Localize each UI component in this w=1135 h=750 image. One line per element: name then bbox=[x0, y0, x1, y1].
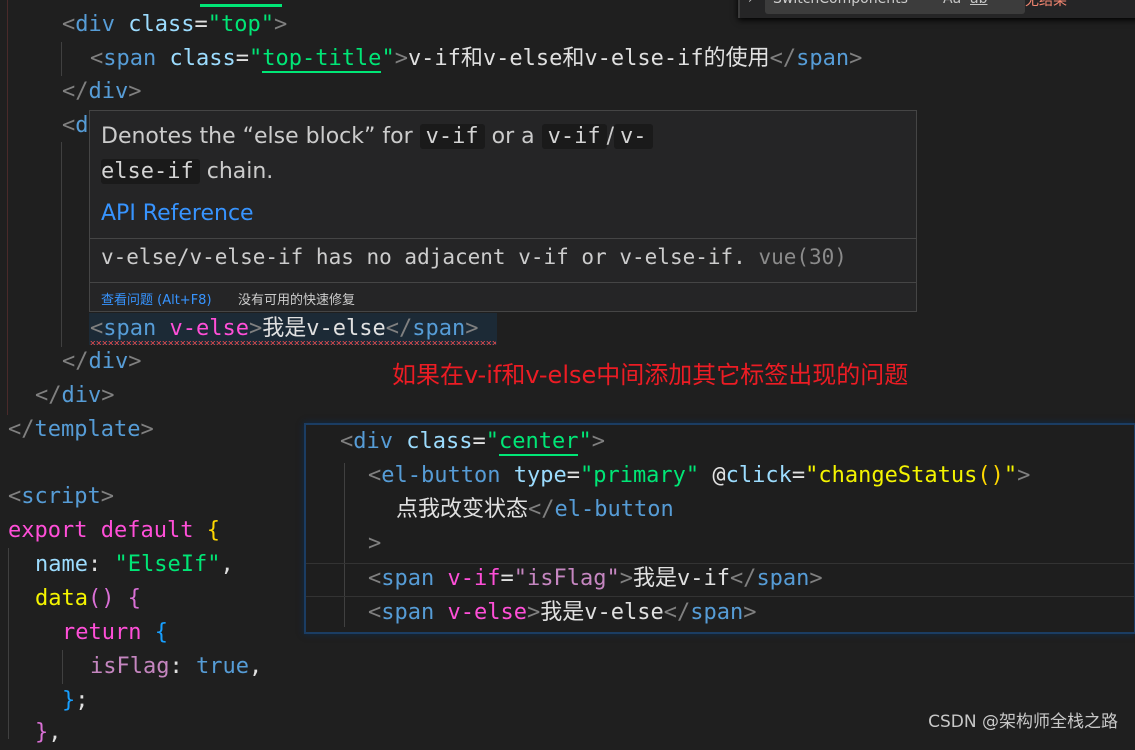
code-line: 点我改变状态</el-button bbox=[396, 497, 674, 522]
inline-code: else-if bbox=[101, 159, 200, 184]
match-case-icon[interactable]: Aa bbox=[943, 0, 961, 6]
chevron-right-icon[interactable]: › bbox=[748, 0, 753, 6]
code-line: isFlag: true, bbox=[90, 654, 263, 679]
code-line: <el-button type="primary" @click="change… bbox=[368, 463, 1031, 488]
code-snippet-overlay: <div class="center"> <el-button type="pr… bbox=[304, 423, 1135, 634]
code-line: </div> bbox=[62, 349, 142, 374]
code-line: <span v-else>我是v-else</span> bbox=[368, 600, 757, 625]
code-line: <div class="top"> bbox=[62, 12, 288, 37]
indent-guide bbox=[61, 142, 62, 347]
code-line: <span v-if="isFlag">我是v-if</span> bbox=[368, 566, 823, 591]
code-line: > bbox=[368, 531, 382, 556]
watermark: CSDN @架构师全栈之路 bbox=[928, 712, 1118, 732]
indent-guide bbox=[344, 463, 345, 627]
divider bbox=[90, 238, 916, 239]
code-line: </div> bbox=[62, 79, 142, 104]
annotation-text: 如果在v-if和v-else中间添加其它标签出现的问题 bbox=[392, 361, 909, 389]
error-squiggle bbox=[90, 341, 496, 345]
regex-icon[interactable]: * bbox=[997, 0, 1004, 6]
whole-word-icon[interactable]: ab bbox=[970, 0, 987, 6]
hover-tooltip: Denotes the “else block” for v-if or a v… bbox=[89, 110, 917, 312]
code-line: <script> bbox=[8, 484, 114, 509]
code-line: </div> bbox=[35, 383, 115, 408]
indent-guide bbox=[61, 42, 62, 76]
indent-guide bbox=[8, 548, 9, 739]
hover-status-bar: 查看问题 (Alt+F8) 没有可用的快速修复 bbox=[90, 283, 916, 311]
code-line: <div class="center"> bbox=[340, 429, 605, 456]
find-widget: › SwitchComponents Aa ab * 无结果 bbox=[738, 0, 1135, 18]
code-line: }; bbox=[62, 688, 89, 713]
api-reference-link[interactable]: API Reference bbox=[101, 201, 254, 226]
code-line: }, bbox=[35, 720, 62, 745]
diagnostic-code: vue(30) bbox=[758, 245, 847, 269]
inline-code: v- bbox=[614, 124, 653, 149]
code-line: return { bbox=[62, 620, 168, 645]
find-result: 无结果 bbox=[1025, 0, 1067, 9]
inline-code: v-if bbox=[541, 124, 607, 149]
hover-documentation: Denotes the “else block” for v-if or a v… bbox=[101, 119, 701, 189]
code-line: data() { bbox=[35, 586, 141, 611]
code-line: </template> bbox=[8, 417, 154, 442]
no-quick-fix-text: 没有可用的快速修复 bbox=[238, 293, 356, 308]
diagnostic-message: v-else/v-else-if has no adjacent v-if or… bbox=[101, 245, 847, 269]
code-line: <span class="top-title">v-if和v-else和v-el… bbox=[90, 46, 863, 73]
indent-guide bbox=[62, 650, 63, 684]
view-problem-link[interactable]: 查看问题 (Alt+F8) bbox=[101, 289, 212, 308]
inline-code: v-if bbox=[419, 124, 485, 149]
bracket-match-highlight bbox=[200, 4, 282, 7]
indent-guide bbox=[7, 0, 8, 415]
find-input[interactable]: SwitchComponents Aa ab * bbox=[765, 0, 1025, 14]
code-line: <d bbox=[62, 113, 89, 138]
code-line: name: "ElseIf", bbox=[35, 552, 234, 577]
code-line: export default { bbox=[8, 518, 220, 543]
